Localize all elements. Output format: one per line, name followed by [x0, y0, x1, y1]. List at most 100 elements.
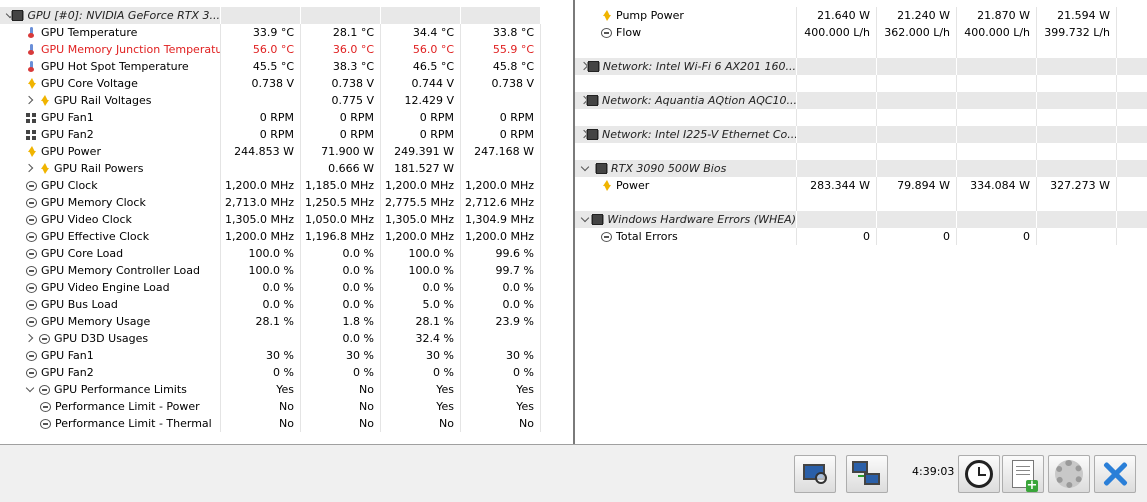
sensor-row[interactable]: GPU Memory Clock 2,713.0 MHz 1,250.5 MHz 2,… — [0, 194, 541, 211]
sensor-row[interactable]: GPU Video Engine Load 0.0 % 0.0 % 0.0 % 0.0 … — [0, 279, 541, 296]
sensor-row[interactable]: GPU Video Clock 1,305.0 MHz 1,050.0 MHz 1,3… — [0, 211, 541, 228]
value-cell — [461, 330, 541, 347]
sensor-group-row[interactable]: Network: Aquantia AQtion AQC10... — [575, 92, 1147, 109]
sensor-row[interactable]: GPU Hot Spot Temperature 45.5 °C 38.3 °C 46… — [0, 58, 541, 75]
sensor-label: GPU Hot Spot Temperature — [41, 60, 189, 73]
sensor-row[interactable]: GPU Core Load 100.0 % 0.0 % 100.0 % 99.6 % — [0, 245, 541, 262]
sensor-label: GPU Fan2 — [41, 366, 94, 379]
sensor-list-right[interactable]: Pump Power 21.640 W 21.240 W 21.870 W 21.594… — [573, 0, 1147, 444]
sensor-group-row[interactable]: Network: Intel Wi-Fi 6 AX201 160... — [575, 58, 1147, 75]
sensor-row[interactable]: GPU Memory Controller Load 100.0 % 0.0 % 10… — [0, 262, 541, 279]
sensor-row[interactable]: GPU Fan2 0 RPM 0 RPM 0 RPM 0 RPM — [0, 126, 541, 143]
value-cell: 0.775 V — [301, 92, 381, 109]
network-button[interactable] — [846, 455, 888, 493]
sensor-name-cell: Pump Power — [575, 7, 797, 24]
value-cell: 21.640 W — [797, 7, 877, 24]
sensor-row[interactable]: GPU Clock 1,200.0 MHz 1,185.0 MHz 1,200.0 M… — [0, 177, 541, 194]
value-cell: 45.8 °C — [461, 58, 541, 75]
sensor-row[interactable]: Power 283.344 W 79.894 W 334.084 W 327.273 W — [575, 177, 1147, 194]
sensor-group-row[interactable]: GPU [#0]: NVIDIA GeForce RTX 3... — [0, 7, 541, 24]
sensor-row[interactable]: GPU Core Voltage 0.738 V 0.738 V 0.744 V 0.7… — [0, 75, 541, 92]
sensor-row[interactable]: GPU Rail Voltages 0.775 V 12.429 V — [0, 92, 541, 109]
chevron-down-icon[interactable] — [581, 164, 590, 173]
sensor-row[interactable]: Performance Limit - Thermal No No No No — [0, 415, 541, 432]
value-cell — [957, 126, 1037, 143]
value-cell: 1,196.8 MHz — [301, 228, 381, 245]
sensor-label: GPU Effective Clock — [41, 230, 150, 243]
value-cell: 0 RPM — [221, 109, 301, 126]
value-cell — [877, 75, 957, 92]
value-cell — [1037, 211, 1117, 228]
sensor-name-cell: GPU Fan2 — [0, 126, 221, 143]
settings-button[interactable] — [1048, 455, 1090, 493]
thermometer-icon — [26, 44, 37, 55]
value-cell: 1,200.0 MHz — [461, 177, 541, 194]
separator-row — [575, 194, 1147, 211]
value-cell: 2,775.5 MHz — [381, 194, 461, 211]
chevron-right-icon[interactable] — [26, 96, 35, 105]
chevron-right-icon[interactable] — [26, 164, 35, 173]
sensor-row[interactable]: Pump Power 21.640 W 21.240 W 21.870 W 21.594… — [575, 7, 1147, 24]
sensor-row[interactable]: GPU D3D Usages 0.0 % 32.4 % — [0, 330, 541, 347]
add-log-icon — [1012, 460, 1038, 492]
sensor-row[interactable]: Flow 400.000 L/h 362.000 L/h 400.000 L/h 399… — [575, 24, 1147, 41]
value-cell: 28.1 % — [221, 313, 301, 330]
sensor-row[interactable]: Total Errors 0 0 0 — [575, 228, 1147, 245]
clock-icon — [39, 384, 50, 395]
sensor-name-cell: GPU Core Load — [0, 245, 221, 262]
value-cell — [957, 92, 1037, 109]
sensor-label: GPU D3D Usages — [54, 332, 149, 345]
value-cell: 100.0 % — [221, 245, 301, 262]
separator-row — [575, 41, 1147, 58]
sensor-row[interactable]: GPU Rail Powers 0.666 W 181.527 W — [0, 160, 541, 177]
value-cell: 0.0 % — [301, 279, 381, 296]
value-cell: 79.894 W — [877, 177, 957, 194]
panel-gutter — [541, 0, 573, 444]
value-cell: 0.0 % — [301, 262, 381, 279]
sensor-label: GPU Temperature — [41, 26, 138, 39]
separator-row — [575, 143, 1147, 160]
value-cell: No — [301, 415, 381, 432]
sensor-group-row[interactable]: Windows Hardware Errors (WHEA) — [575, 211, 1147, 228]
sensor-group-row[interactable]: RTX 3090 500W Bios — [575, 160, 1147, 177]
sensor-row[interactable]: GPU Performance Limits Yes No Yes Yes — [0, 381, 541, 398]
sensor-label: GPU Video Clock — [41, 213, 132, 226]
timer-button[interactable] — [958, 455, 1000, 493]
sensor-label: Network: Intel I225-V Ethernet Co... — [602, 128, 797, 141]
sensor-name-cell: Network: Aquantia AQtion AQC10... — [575, 92, 797, 109]
sensor-monitor-button[interactable] — [794, 455, 836, 493]
sensor-row[interactable]: Performance Limit - Power No No Yes Yes — [0, 398, 541, 415]
sensor-row[interactable]: GPU Temperature 33.9 °C 28.1 °C 34.4 °C 33.8… — [0, 24, 541, 41]
sensor-row[interactable]: GPU Effective Clock 1,200.0 MHz 1,196.8 MH… — [0, 228, 541, 245]
sensor-row[interactable]: GPU Memory Usage 28.1 % 1.8 % 28.1 % 23.9 % — [0, 313, 541, 330]
clock-icon — [601, 231, 612, 242]
chip-icon — [12, 10, 24, 21]
value-cell — [957, 41, 1037, 58]
bolt-icon — [601, 10, 612, 21]
sensor-row[interactable]: GPU Bus Load 0.0 % 0.0 % 5.0 % 0.0 % — [0, 296, 541, 313]
value-cell — [877, 92, 957, 109]
log-button[interactable] — [1002, 455, 1044, 493]
sensor-name-cell: GPU Clock — [0, 177, 221, 194]
sensor-row[interactable]: GPU Fan2 0 % 0 % 0 % 0 % — [0, 364, 541, 381]
chevron-right-icon[interactable] — [581, 62, 582, 71]
sensor-row[interactable]: GPU Fan1 0 RPM 0 RPM 0 RPM 0 RPM — [0, 109, 541, 126]
clock-icon — [40, 401, 51, 412]
chevron-down-icon[interactable] — [581, 215, 586, 224]
fan-icon — [26, 112, 37, 123]
sensor-group-row[interactable]: Network: Intel I225-V Ethernet Co... — [575, 126, 1147, 143]
value-cell: 0 RPM — [461, 109, 541, 126]
chevron-right-icon[interactable] — [26, 334, 35, 343]
value-cell — [957, 58, 1037, 75]
value-cell: 45.5 °C — [221, 58, 301, 75]
sensor-label: GPU Fan1 — [41, 349, 94, 362]
value-cell: 0 % — [221, 364, 301, 381]
sensor-row[interactable]: GPU Memory Junction Temperature 56.0 °C 36… — [0, 41, 541, 58]
sensor-row[interactable]: GPU Fan1 30 % 30 % 30 % 30 % — [0, 347, 541, 364]
sensor-row[interactable]: GPU Power 244.853 W 71.900 W 249.391 W 247.1… — [0, 143, 541, 160]
value-cell: No — [221, 415, 301, 432]
chevron-down-icon[interactable] — [26, 385, 35, 394]
value-cell: 0 RPM — [461, 126, 541, 143]
close-button[interactable] — [1094, 455, 1136, 493]
sensor-list-left[interactable]: GPU [#0]: NVIDIA GeForce RTX 3... GPU Tem… — [0, 0, 541, 444]
